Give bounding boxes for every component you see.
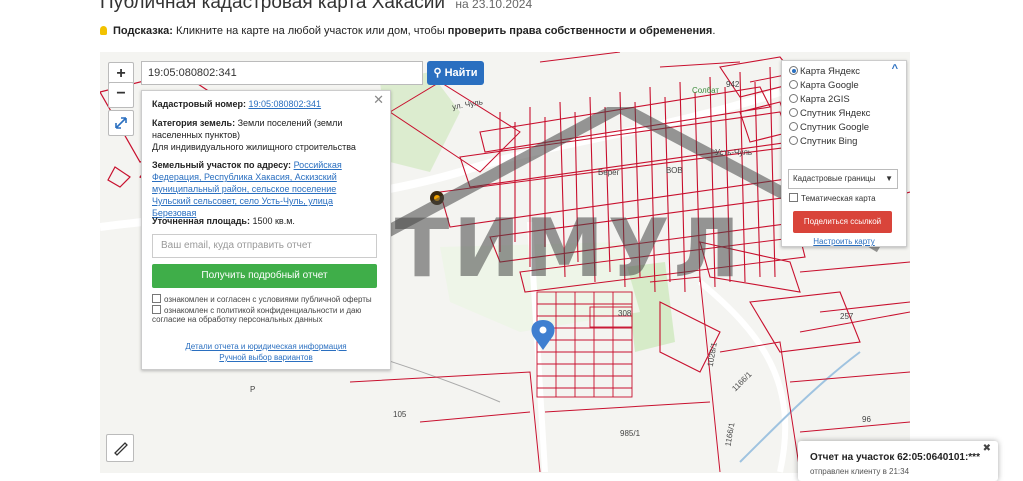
map-layers-panel: ^ Карта Яндекс Карта Google Карта 2GIS С…: [781, 60, 907, 247]
radio-icon[interactable]: [789, 108, 798, 117]
layer-option-google-map[interactable]: Карта Google: [789, 79, 859, 92]
layer-option-label: Карта 2GIS: [800, 94, 850, 105]
land-use: Для индивидуального жилищного строительс…: [152, 142, 356, 152]
map-label-105: 105: [393, 410, 407, 419]
ruler-icon: [114, 442, 128, 456]
checkbox-icon[interactable]: [152, 305, 161, 314]
watermark-text: СТИМУЛ: [332, 202, 744, 295]
chevron-down-icon: ▼: [885, 174, 893, 183]
privacy-consent-checkbox[interactable]: ознакомлен с политикой конфиденциальност…: [152, 305, 382, 324]
area-value: 1500 кв.м.: [252, 216, 295, 226]
email-field[interactable]: Ваш email, куда отправить отчет: [152, 234, 377, 258]
manual-select-link[interactable]: Ручной выбор вариантов: [219, 353, 312, 362]
offer-consent-text: ознакомлен и согласен с условиями публич…: [164, 295, 372, 304]
cadastral-link[interactable]: 19:05:080802:341: [248, 99, 321, 109]
category-row: Категория земель: Земли поселений (земли…: [152, 117, 372, 153]
zoom-out-button[interactable]: −: [108, 82, 134, 108]
manual-link-row: Ручной выбор вариантов: [142, 352, 390, 364]
map-label-96: 96: [862, 415, 871, 424]
lightbulb-icon: [100, 26, 107, 35]
hint-label: Подсказка:: [113, 25, 173, 37]
share-link-button[interactable]: Поделиться ссылкой: [793, 211, 892, 233]
notification-subtitle: отправлен клиенту в 21:34: [810, 467, 910, 476]
ruler-button[interactable]: [106, 434, 134, 462]
layer-option-label: Спутник Bing: [800, 136, 858, 147]
layer-option-label: Карта Google: [800, 80, 859, 91]
radio-icon[interactable]: [789, 94, 798, 103]
setup-map-row: Настроить карту: [782, 237, 906, 246]
layer-option-bing-satellite[interactable]: Спутник Bing: [789, 135, 857, 148]
map-label-solbay: Солбат: [692, 86, 720, 95]
address-row: Земельный участок по адресу: Российская …: [152, 159, 372, 219]
radio-icon[interactable]: [789, 122, 798, 131]
map-label-308: 308: [618, 309, 632, 318]
layer-option-2gis-map[interactable]: Карта 2GIS: [789, 93, 850, 106]
setup-map-link[interactable]: Настроить карту: [813, 237, 874, 246]
hint-bar: Подсказка: Кликните на карте на любой уч…: [100, 25, 715, 37]
area-row: Уточненная площадь: 1500 кв.м.: [152, 215, 372, 227]
layer-option-yandex-map[interactable]: Карта Яндекс: [789, 65, 860, 78]
hint-end: .: [712, 25, 716, 37]
map-label-vov: ВОВ: [666, 166, 683, 175]
page-header: Публичная кадастровая карта Хакасии на 2…: [100, 0, 532, 16]
search-button[interactable]: ⚲ Найти: [427, 61, 484, 85]
report-notification: ✖ Отчет на участок 62:05:0640101:*** отп…: [798, 441, 998, 481]
cadastral-number-row: Кадастровый номер: 19:05:080802:341: [152, 98, 372, 110]
thematic-map-checkbox[interactable]: Тематическая карта: [789, 193, 876, 203]
checkbox-icon[interactable]: [152, 294, 161, 303]
category-label: Категория земель:: [152, 118, 236, 128]
overlay-select-value: Кадастровые границы: [793, 174, 876, 183]
hint-bold: проверить права собственности и обремене…: [447, 25, 713, 37]
layer-option-google-satellite[interactable]: Спутник Google: [789, 121, 869, 134]
layer-option-label: Спутник Яндекс: [800, 108, 871, 119]
checkbox-icon[interactable]: [789, 193, 798, 202]
radio-icon[interactable]: [789, 136, 798, 145]
get-report-button[interactable]: Получить подробный отчет: [152, 264, 377, 288]
map-label-942: 942: [726, 80, 740, 89]
close-icon[interactable]: ✕: [373, 93, 384, 106]
page-title: Публичная кадастровая карта Хакасии: [100, 0, 445, 13]
cadastral-label: Кадастровый номер:: [152, 99, 246, 109]
close-icon[interactable]: ✖: [983, 443, 991, 454]
fullscreen-icon: [115, 117, 127, 129]
radio-icon[interactable]: [789, 80, 798, 89]
layer-option-yandex-satellite[interactable]: Спутник Яндекс: [789, 107, 870, 120]
address-label: Земельный участок по адресу:: [152, 160, 292, 170]
search-button-label: Найти: [444, 67, 478, 79]
privacy-consent-text: ознакомлен с политикой конфиденциальност…: [152, 306, 362, 324]
offer-consent-checkbox[interactable]: ознакомлен и согласен с условиями публич…: [152, 294, 382, 304]
fullscreen-button[interactable]: [108, 110, 134, 136]
map-label-ust-chul: Усть-Чуль: [715, 148, 753, 157]
map-label-bereg: Берег: [598, 168, 620, 177]
notification-title: Отчет на участок 62:05:0640101:***: [810, 452, 980, 463]
overlay-select[interactable]: Кадастровые границы ▼: [788, 169, 898, 189]
radio-icon[interactable]: [789, 66, 798, 75]
layer-option-label: Спутник Google: [800, 122, 870, 133]
map-label-p: Р: [250, 385, 256, 394]
page-date: на 23.10.2024: [455, 0, 533, 11]
layer-option-label: Карта Яндекс: [800, 66, 861, 77]
search-input[interactable]: 19:05:080802:341: [141, 61, 423, 85]
map-label-257: 257: [840, 312, 854, 321]
cadastral-map[interactable]: ул. Чуль Солбат 942 Усть-Чуль ВОВ Берег …: [100, 52, 910, 473]
area-label: Уточненная площадь:: [152, 216, 250, 226]
chevron-up-icon[interactable]: ^: [892, 63, 898, 75]
search-icon: ⚲: [433, 67, 442, 79]
hint-text: Кликните на карте на любой участок или д…: [176, 25, 445, 37]
parcel-info-panel: ✕ Кадастровый номер: 19:05:080802:341 Ка…: [141, 90, 391, 370]
map-label-985: 985/1: [620, 429, 641, 438]
details-link[interactable]: Детали отчета и юридическая информация: [185, 342, 346, 351]
thematic-map-label: Тематическая карта: [801, 194, 876, 203]
